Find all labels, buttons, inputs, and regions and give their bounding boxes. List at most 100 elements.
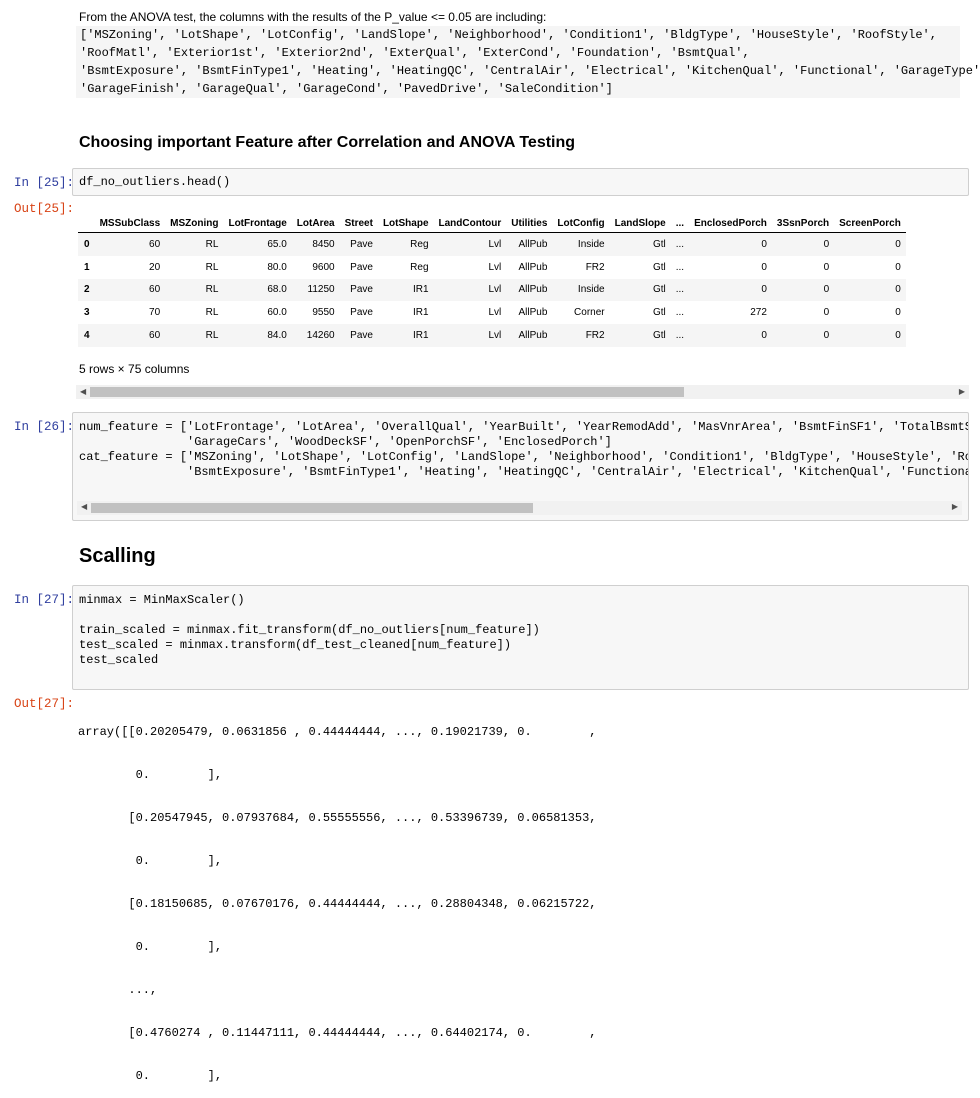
cell-26-horizontal-scrollbar[interactable]: ◀ ▶ [77,501,962,515]
scroll-right-arrow-icon[interactable]: ▶ [952,502,958,514]
table-cell: Pave [350,284,373,296]
column-header: LotArea [291,214,340,233]
table-cell: 272 [750,307,767,319]
table-cell: AllPub [518,307,548,319]
row-index: 0 [84,238,90,250]
table-cell: RL [205,307,219,319]
row-index: 1 [84,261,90,273]
table-cell: Inside [577,238,605,250]
table-cell: RL [205,261,219,273]
table-cell: FR2 [585,330,605,342]
table-cell: Pave [350,261,373,273]
cell-25-in-prompt: In [25]: [14,176,75,190]
cell-27-input[interactable]: minmax = MinMaxScaler() train_scaled = m… [72,585,969,690]
table-cell: 0 [895,284,901,296]
column-header: Street [339,214,378,233]
scroll-left-arrow-icon[interactable]: ◀ [80,386,86,398]
table-cell: IR1 [412,330,429,342]
table-cell: FR2 [585,261,605,273]
table-cell: 60 [149,330,161,342]
table-cell: ... [675,238,685,250]
table-cell: IR1 [412,307,429,319]
table-cell: ... [675,284,685,296]
table-cell: Pave [350,330,373,342]
table-cell: RL [205,238,219,250]
table-cell: Lvl [488,238,502,250]
table-cell: 65.0 [267,238,287,250]
table-cell: Gtl [652,261,666,273]
column-header: LotConfig [552,214,610,233]
table-cell: 8450 [312,238,335,250]
table-cell: 80.0 [267,261,287,273]
table-cell: 0 [823,307,830,319]
table-cell: 0 [895,330,901,342]
table-cell: Gtl [652,238,666,250]
table-cell: 0 [823,284,830,296]
table-cell: RL [205,330,219,342]
output-line: 0. ], [78,1069,223,1083]
table-cell: 0 [895,307,901,319]
table-cell: 60 [149,284,161,296]
code-line: ['MSZoning', 'LotShape', 'LotConfig', 'L… [80,28,937,42]
table-cell: 0 [761,330,767,342]
cell-27-out-prompt: Out[27]: [14,697,75,711]
table-cell: 0 [823,238,830,250]
cell-26-input[interactable]: num_feature = ['LotFrontage', 'LotArea',… [72,412,969,521]
code-line: 'RoofMatl', 'Exterior1st', 'Exterior2nd'… [80,46,750,60]
cell-26-in-prompt: In [26]: [14,420,75,434]
table-cell: 0 [761,261,767,273]
section-heading-features: Choosing important Feature after Correla… [79,134,576,151]
table-cell: ... [675,307,685,319]
code-line: df_no_outliers.head() [79,175,231,189]
table-cell: Inside [577,284,605,296]
table-row: 1 20 RL 80.0 9600 Pave Reg Lvl AllPub FR… [78,256,906,279]
table-cell: Reg [410,238,429,250]
column-header: LotShape [377,214,434,233]
code-line: 'GarageFinish', 'GarageQual', 'GarageCon… [80,82,613,96]
table-cell: 11250 [307,284,335,296]
scrollbar-thumb[interactable] [90,387,684,397]
row-index: 4 [84,330,90,342]
table-cell: 9600 [312,261,335,273]
table-cell: AllPub [518,284,548,296]
dataframe-horizontal-scrollbar[interactable]: ◀ ▶ [76,385,969,399]
table-cell: Gtl [652,307,666,319]
code-line: test_scaled [79,653,159,667]
table-row: 2 60 RL 68.0 11250 Pave IR1 Lvl AllPub I… [78,278,906,302]
index-header [78,214,95,233]
table-cell: Reg [410,261,429,273]
scrollbar-thumb[interactable] [91,503,533,513]
table-cell: ... [675,261,685,273]
table-cell: 68.0 [267,284,287,296]
table-cell: Lvl [488,330,502,342]
column-header: 3SsnPorch [771,214,835,233]
table-cell: 20 [149,261,161,273]
scroll-right-arrow-icon[interactable]: ▶ [959,386,965,398]
output-line: 0. ], [78,768,223,782]
table-row: 4 60 RL 84.0 14260 Pave IR1 Lvl AllPub F… [78,324,906,347]
dataframe-table: MSSubClass MSZoning LotFrontage LotArea … [78,214,906,347]
table-cell: 0 [895,238,901,250]
column-header: EnclosedPorch [689,214,772,233]
table-cell: 0 [823,330,830,342]
table-cell: ... [675,330,685,342]
code-line: num_feature = ['LotFrontage', 'LotArea',… [79,420,969,434]
table-cell: AllPub [518,238,548,250]
table-cell: Gtl [652,330,666,342]
output-line: 0. ], [78,940,223,954]
table-row: 3 70 RL 60.0 9550 Pave IR1 Lvl AllPub Co… [78,301,906,324]
code-line: 'BsmtExposure', 'BsmtFinType1', 'Heating… [79,465,969,479]
dataframe-shape-note: 5 rows × 75 columns [79,362,190,376]
scroll-left-arrow-icon[interactable]: ◀ [81,502,87,514]
table-cell: 84.0 [267,330,287,342]
code-line: 'BsmtExposure', 'BsmtFinType1', 'Heating… [80,64,980,78]
anova-columns-codeblock: ['MSZoning', 'LotShape', 'LotConfig', 'L… [76,26,980,98]
section-heading-scaling: Scalling [79,545,156,567]
table-cell: 0 [761,284,767,296]
code-line: minmax = MinMaxScaler() [79,593,245,607]
table-cell: AllPub [518,330,548,342]
table-cell: Lvl [488,261,502,273]
cell-25-input[interactable]: df_no_outliers.head() [72,168,969,196]
column-header: ScreenPorch [834,214,906,233]
table-header-row: MSSubClass MSZoning LotFrontage LotArea … [78,214,906,233]
